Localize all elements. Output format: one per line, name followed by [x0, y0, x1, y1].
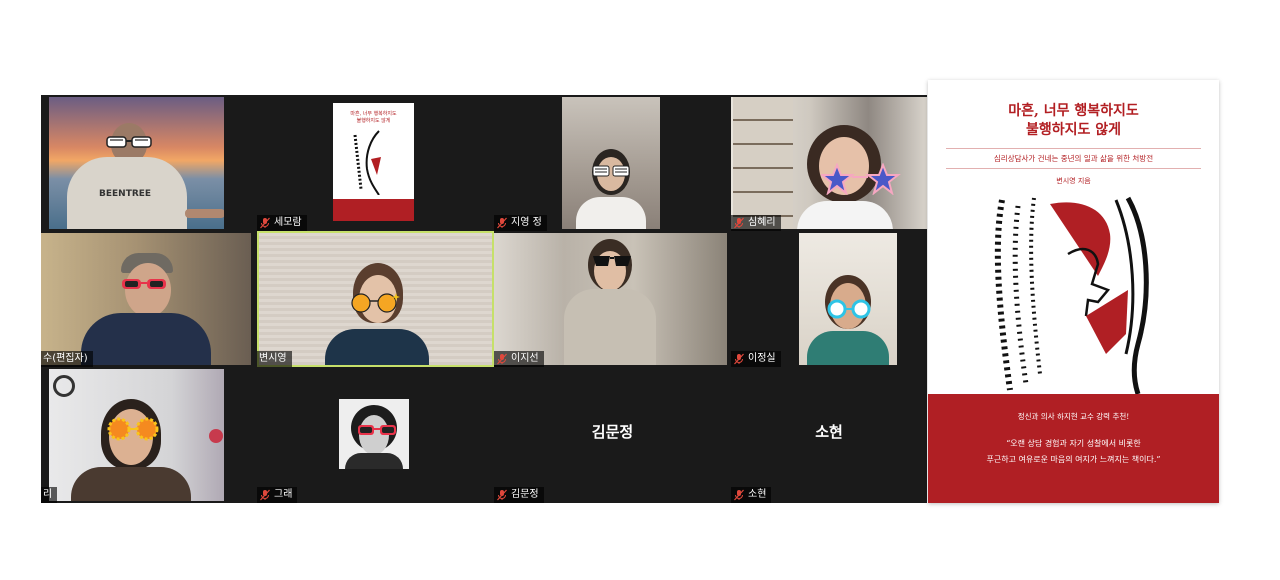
participant-tile[interactable]: 소현 소현 — [731, 367, 927, 503]
book-title: 마흔, 너무 행복하지도 불행하지도 않게 — [928, 102, 1219, 140]
microphone-muted-icon — [497, 217, 507, 229]
participant-nametag: 지영 정 — [494, 215, 547, 231]
participant-nametag: 심혜리 — [731, 215, 781, 231]
participant-video — [562, 97, 660, 229]
sunglasses-filter-icon — [827, 299, 871, 319]
sunglasses-filter-icon — [106, 136, 152, 148]
participant-name: 지영 정 — [511, 217, 542, 228]
participant-tile[interactable]: 리 — [41, 367, 257, 503]
participant-video — [799, 233, 897, 365]
book-cover-video: 마흔, 너무 행복하지도 불행하지도 않게 — [333, 103, 414, 221]
participant-tile[interactable]: 지영 정 — [494, 95, 731, 231]
sunglasses-filter-icon — [122, 279, 166, 289]
shirt-text: BEENTREE — [99, 189, 152, 199]
participant-nametag: 그래 — [257, 487, 298, 503]
microphone-muted-icon — [260, 489, 270, 501]
participant-video — [494, 233, 727, 365]
book-author: 변시영 지음 — [1056, 177, 1091, 185]
participant-tile[interactable]: 마흔, 너무 행복하지도 불행하지도 않게 세모람 — [257, 95, 494, 231]
participant-nametag: 변시영 — [257, 351, 292, 367]
participant-tile[interactable]: BEENTREE — [41, 95, 257, 231]
participant-nametag: 이지선 — [494, 351, 544, 367]
participant-tile[interactable]: 이정실 — [731, 231, 927, 367]
participant-name: 이정실 — [748, 353, 776, 364]
participant-nametag: 김문정 — [494, 487, 544, 503]
participant-video — [731, 97, 927, 229]
participant-nametag: 이정실 — [731, 351, 781, 367]
book-quote: “오랜 상담 경험과 자기 성찰에서 비롯한 푸근하고 여유로운 마음의 여지가… — [944, 436, 1203, 468]
sunglasses-filter-icon — [351, 293, 400, 313]
participant-video — [49, 369, 224, 501]
sun-glasses-filter-icon — [107, 417, 159, 441]
participant-name: 심혜리 — [748, 217, 776, 228]
participant-tile[interactable]: 심혜리 — [731, 95, 927, 231]
participant-name: 수(편집자) — [43, 353, 88, 364]
book-title-line: 마흔, 너무 행복하지도 — [1008, 103, 1139, 119]
participant-name: 리 — [43, 489, 53, 500]
participant-video — [259, 233, 492, 365]
participant-profile-photo — [339, 399, 409, 469]
sunglasses-filter-icon — [593, 256, 631, 266]
participant-name: 김문정 — [511, 489, 539, 500]
participant-nametag: 리 — [41, 487, 58, 503]
book-subtitle: 심리상담사가 건네는 중년의 일과 삶을 위한 처방전 — [946, 148, 1201, 169]
participant-name: 그래 — [274, 489, 293, 500]
sunglasses-filter-icon — [592, 165, 630, 177]
book-quote-line: “오랜 상담 경험과 자기 성찰에서 비롯한 — [1006, 439, 1141, 448]
book-illustration — [994, 196, 1149, 394]
microphone-muted-icon — [260, 217, 270, 229]
participant-tile[interactable]: 이지선 — [494, 231, 731, 367]
microphone-muted-icon — [734, 353, 744, 365]
participant-center-name: 소현 — [815, 423, 843, 441]
book-recommendation: 정신과 의사 하지현 교수 강력 추천! — [1017, 412, 1130, 421]
participant-nametag: 수(편집자) — [41, 351, 93, 367]
participant-tile[interactable]: 수(편집자) — [41, 231, 257, 367]
microphone-muted-icon — [734, 217, 744, 229]
participant-nametag: 세모람 — [257, 215, 307, 231]
participant-name: 소현 — [748, 489, 767, 500]
participant-tile[interactable]: 그래 — [257, 367, 494, 503]
participant-video: BEENTREE — [49, 97, 224, 229]
participant-video — [41, 233, 251, 365]
microphone-muted-icon — [497, 489, 507, 501]
book-quote-line: 푸근하고 여유로운 마음의 여지가 느껴지는 책이다.” — [986, 455, 1161, 464]
microphone-muted-icon — [497, 353, 507, 365]
participant-center-name: 김문정 — [591, 423, 634, 441]
sunglasses-filter-icon — [358, 425, 396, 435]
participant-tile[interactable]: 김문정 김문정 — [494, 367, 731, 503]
participant-nametag: 소현 — [731, 487, 772, 503]
book-cover: 마흔, 너무 행복하지도 불행하지도 않게 심리상담사가 건네는 중년의 일과 … — [928, 80, 1219, 503]
microphone-muted-icon — [734, 489, 744, 501]
book-title-line: 불행하지도 않게 — [1025, 122, 1122, 138]
star-glasses-filter-icon — [821, 163, 901, 195]
participant-tile-active-speaker[interactable]: 변시영 — [257, 231, 494, 367]
video-grid: BEENTREE 마흔, 너무 행복하지도불행하지도 않게 세모람 지영 정 — [41, 95, 927, 503]
participant-name: 변시영 — [259, 353, 287, 364]
participant-name: 이지선 — [511, 353, 539, 364]
participant-name: 세모람 — [274, 217, 302, 228]
